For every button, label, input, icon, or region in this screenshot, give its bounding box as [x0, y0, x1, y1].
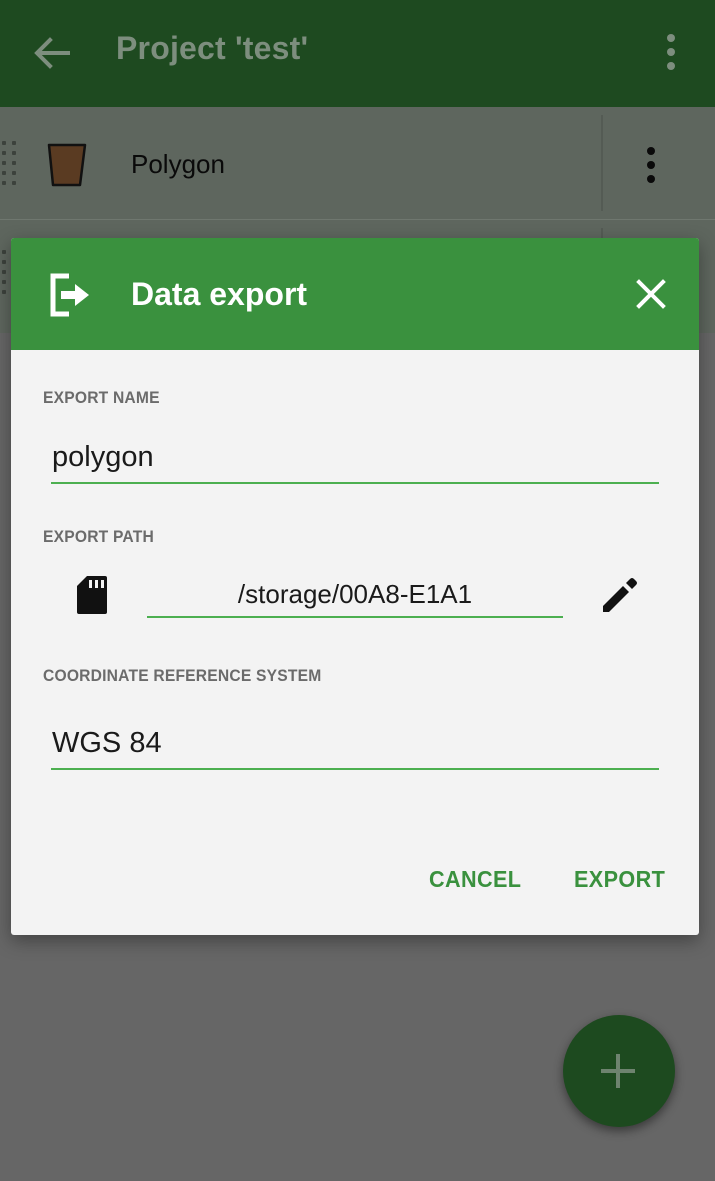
list-item[interactable]: Polygon: [0, 107, 715, 220]
cancel-button[interactable]: CANCEL: [429, 866, 521, 893]
app-title: Project 'test': [116, 30, 309, 66]
app-bar: Project 'test': [0, 0, 715, 107]
polygon-icon: [47, 143, 87, 187]
export-path-field[interactable]: /storage/00A8-E1A1: [147, 572, 563, 618]
export-button[interactable]: EXPORT: [574, 866, 665, 893]
dialog-title: Data export: [131, 276, 308, 312]
layer-menu-icon[interactable]: [640, 145, 662, 189]
layer-name: Polygon: [131, 149, 225, 179]
add-layer-button[interactable]: [563, 1015, 675, 1127]
crs-label: COORDINATE REFERENCE SYSTEM: [43, 666, 322, 685]
close-icon[interactable]: [633, 276, 669, 312]
pencil-icon[interactable]: [599, 576, 639, 616]
data-export-dialog: Data export EXPORT NAME polygon EXPORT P…: [11, 238, 699, 935]
arrow-back-icon[interactable]: [30, 32, 72, 74]
dialog-header: Data export: [11, 238, 699, 350]
export-path-label: EXPORT PATH: [43, 527, 154, 546]
more-vert-icon[interactable]: [660, 32, 682, 72]
drag-handle-icon[interactable]: [2, 141, 20, 197]
export-icon: [50, 273, 89, 317]
crs-field[interactable]: WGS 84: [51, 718, 659, 770]
export-name-field[interactable]: polygon: [51, 432, 659, 484]
export-name-label: EXPORT NAME: [43, 388, 160, 407]
sd-card-icon: [77, 576, 107, 614]
divider: [601, 115, 603, 211]
